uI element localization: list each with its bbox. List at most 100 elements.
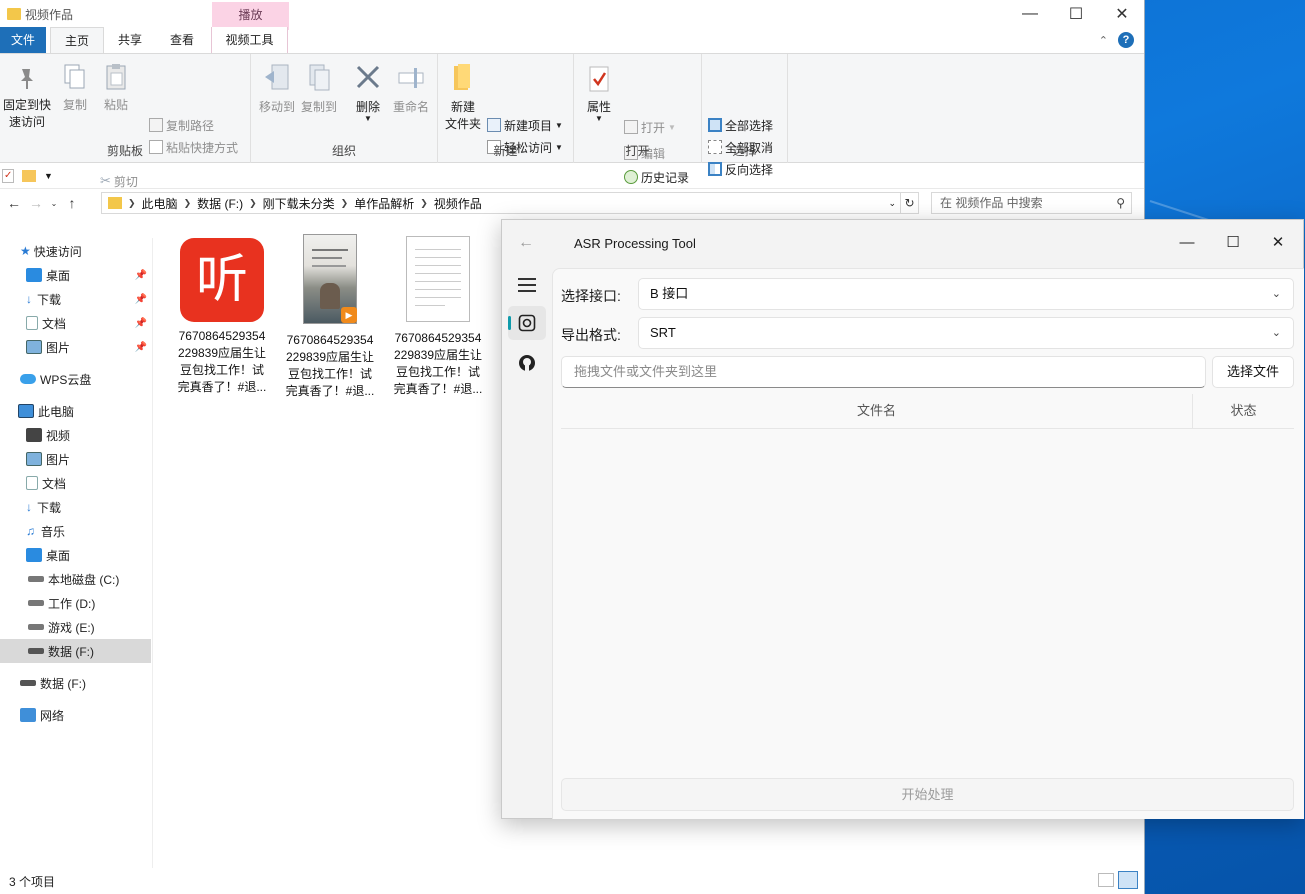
tab-share[interactable]: 共享 [104,27,156,53]
breadcrumb-drive-f[interactable]: 数据 (F:) [191,195,249,212]
rename-button[interactable]: 重命名 [389,62,433,116]
refresh-icon[interactable]: ↻ [901,192,919,214]
nav-wps-cloud[interactable]: WPS云盘 [0,367,151,391]
pin-icon[interactable]: 📌 [135,270,147,281]
minimize-button[interactable]: — [1172,228,1202,258]
nav-pictures[interactable]: 图片 📌 [0,335,151,359]
nav-drive-f[interactable]: 数据 (F:) [0,639,151,663]
up-arrow-icon[interactable]: ↑ [61,195,83,211]
tab-video-tools[interactable]: 视频工具 [211,27,289,53]
back-arrow-icon[interactable]: ← [3,195,25,211]
address-bar[interactable]: ❯ 此电脑 ❯ 数据 (F:) ❯ 刚下载未分类 ❯ 单作品解析 ❯ 视频作品 … [101,192,901,214]
column-header-status[interactable]: 状态 [1193,394,1294,428]
format-select[interactable]: SRT ⌄ [638,317,1294,349]
search-icon[interactable]: ⚲ [1116,193,1125,213]
pin-quick-access-button[interactable]: 固定到快 速访问 [2,66,52,131]
new-item-button[interactable]: 新建项目 ▼ [487,116,563,134]
nav-downloads[interactable]: ↓ 下载 📌 [0,287,151,311]
open-icon [624,120,638,134]
back-arrow-icon[interactable]: ← [518,234,534,252]
file-item[interactable]: 7670864529354 229839应届生让 豆包找工作！试 完真香了！#退… [384,236,492,398]
nav-pc-documents[interactable]: 文档 [0,471,151,495]
new-folder-button[interactable]: 新建 文件夹 [442,62,484,133]
help-icon[interactable]: ? [1118,32,1134,48]
breadcrumb-uncategorized[interactable]: 刚下载未分类 [257,195,341,212]
nav-pc-downloads[interactable]: ↓ 下载 [0,495,151,519]
forward-arrow-icon[interactable]: → [25,195,47,211]
recent-locations-icon[interactable]: ⌄ [47,199,61,208]
group-select: 全部选择 全部取消 反向选择 选择 [702,54,788,177]
properties-qat-icon[interactable]: ✓ [2,168,14,183]
group-open: 属性 ▼ 打开 ▼ 编辑 历史记录 打开 [574,54,702,185]
interface-select[interactable]: B 接口 ⌄ [638,278,1294,310]
maximize-button[interactable]: ☐ [1053,0,1099,28]
nav-drive-f-root[interactable]: 数据 (F:) [0,671,151,695]
breadcrumb-single-parse[interactable]: 单作品解析 [348,195,420,212]
properties-button[interactable]: 属性 ▼ [582,64,616,123]
text-document-icon [406,236,470,322]
properties-icon [589,66,609,92]
chevron-up-icon[interactable]: ⌃ [1099,34,1108,47]
format-label: 导出格式: [561,327,621,343]
tab-file[interactable]: 文件 [0,27,46,53]
minimize-button[interactable]: — [1007,0,1053,28]
nav-network[interactable]: 网络 [0,703,151,727]
asr-window-title: ASR Processing Tool [574,236,696,251]
new-group-label: 新建 [493,144,518,158]
breadcrumb-video-works[interactable]: 视频作品 [428,195,488,212]
qat-customize-icon[interactable]: ▼ [44,171,53,181]
delete-button[interactable]: 删除 ▼ [349,62,387,123]
drive-icon [28,624,44,630]
large-icons-view-icon[interactable] [1118,871,1138,889]
maximize-button[interactable]: ☐ [1218,228,1248,258]
file-name-line: 7670864529354 [286,333,374,347]
close-button[interactable]: ✕ [1263,228,1293,258]
open-button[interactable]: 打开 ▼ [624,118,676,136]
file-item[interactable]: ▶ 7670864529354 229839应届生让 豆包找工作！试 完真香了！… [276,234,384,400]
paste-button[interactable]: 粘贴 [98,62,134,114]
close-button[interactable]: ✕ [1099,0,1145,28]
tab-home[interactable]: 主页 [50,27,105,53]
pin-icon[interactable]: 📌 [135,318,147,329]
file-drop-input[interactable]: 拖拽文件或文件夹到这里 [561,356,1206,388]
cut-button[interactable]: ✂ 剪切 [100,172,138,190]
nav-pc-pictures[interactable]: 图片 [0,447,151,471]
details-view-icon[interactable] [1098,873,1114,887]
copy-path-button[interactable]: 复制路径 [149,116,214,134]
breadcrumb-this-pc[interactable]: 此电脑 [136,195,184,212]
pin-icon[interactable]: 📌 [135,342,147,353]
nav-music[interactable]: ♫ 音乐 [0,519,151,543]
select-file-button[interactable]: 选择文件 [1212,356,1294,388]
nav-desktop[interactable]: 桌面 📌 [0,263,151,287]
history-button[interactable]: 历史记录 [624,168,689,186]
status-bar: 3 个项目 [0,868,1144,894]
menu-button[interactable] [508,268,546,302]
nav-videos[interactable]: 视频 [0,423,151,447]
select-all-button[interactable]: 全部选择 [708,116,773,134]
tab-view[interactable]: 查看 [156,27,208,53]
column-header-filename[interactable]: 文件名 [561,394,1193,428]
nav-documents[interactable]: 文档 📌 [0,311,151,335]
pin-icon[interactable]: 📌 [135,294,147,305]
search-input[interactable]: 在 视频作品 中搜索 ⚲ [931,192,1132,214]
nav-drive-e[interactable]: 游戏 (E:) [0,615,151,639]
file-item[interactable]: 听 7670864529354 229839应届生让 豆包找工作！试 完真香了！… [168,236,276,396]
folder-icon [108,197,122,209]
nav-asr-page[interactable] [508,306,546,340]
copy-to-button[interactable]: 复制到 [297,62,341,116]
new-folder-qat-icon[interactable] [22,169,36,182]
github-button[interactable] [508,346,546,380]
nav-this-pc[interactable]: 此电脑 [0,399,151,423]
invert-selection-button[interactable]: 反向选择 [708,160,773,178]
nav-pc-desktop[interactable]: 桌面 [0,543,151,567]
file-name-line: 7670864529354 [178,329,266,343]
select-all-label: 全部选择 [725,118,774,133]
start-processing-button[interactable]: 开始处理 [561,778,1294,811]
nav-drive-d[interactable]: 工作 (D:) [0,591,151,615]
move-to-button[interactable]: 移动到 [255,62,299,116]
new-item-label: 新建项目 [504,118,553,133]
copy-button[interactable]: 复制 [58,62,92,114]
nav-quick-access[interactable]: ★ 快速访问 [0,239,151,263]
address-dropdown-icon[interactable]: ⌄ [888,198,896,209]
nav-drive-c[interactable]: 本地磁盘 (C:) [0,567,151,591]
